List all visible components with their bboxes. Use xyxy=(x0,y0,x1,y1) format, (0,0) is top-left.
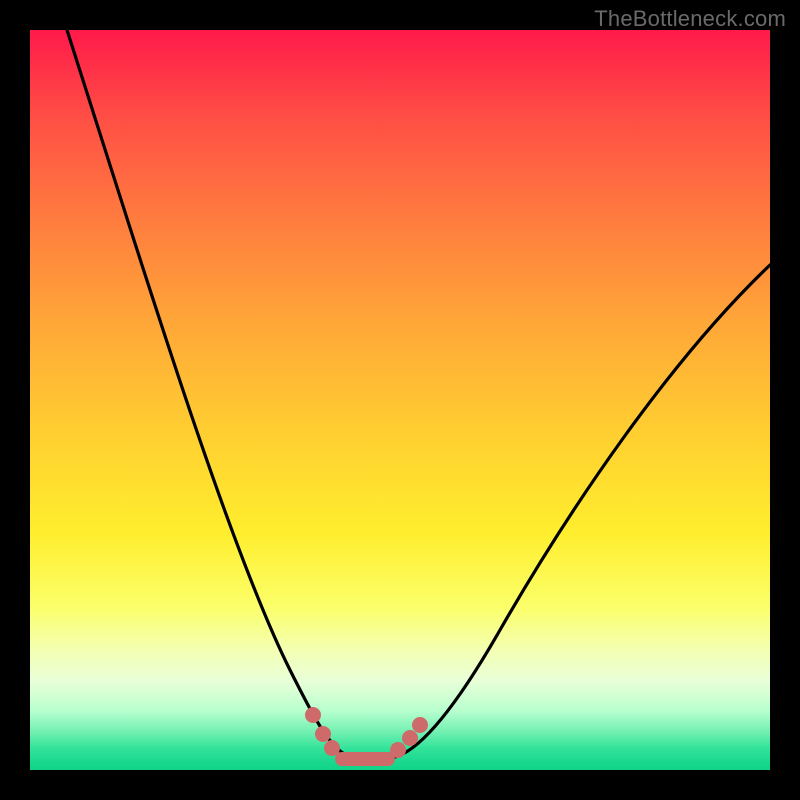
plot-area xyxy=(30,30,770,770)
curve-svg xyxy=(30,30,770,770)
chart-frame: TheBottleneck.com xyxy=(0,0,800,800)
watermark-text: TheBottleneck.com xyxy=(594,6,786,32)
bottleneck-curve xyxy=(67,30,770,761)
valley-markers xyxy=(305,707,428,766)
